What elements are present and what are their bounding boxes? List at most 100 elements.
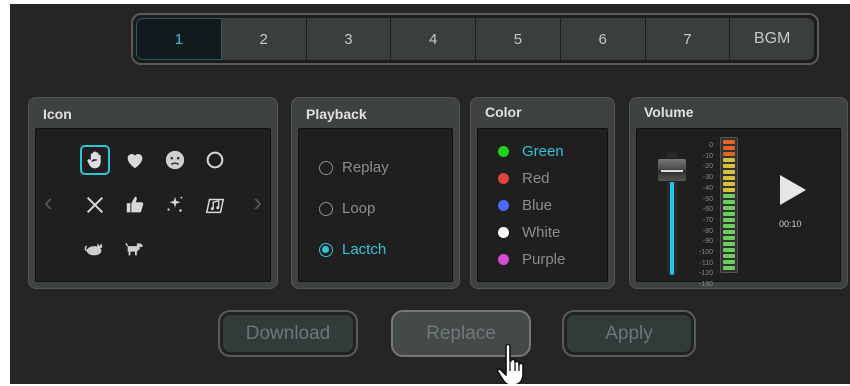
color-options: Green Red Blue White Purple xyxy=(477,128,608,282)
meter-segment xyxy=(723,170,735,174)
playback-panel-title: Playback xyxy=(306,106,367,122)
meter-segment xyxy=(723,260,735,264)
db-label: -70 xyxy=(702,216,713,224)
radio-loop[interactable]: Loop xyxy=(319,200,375,217)
playback-panel: Playback Replay Loop Lactch xyxy=(291,97,460,289)
white-dot-icon xyxy=(498,227,509,238)
db-label: -60 xyxy=(702,206,713,214)
tab-4[interactable]: 4 xyxy=(391,18,476,60)
db-label: -30 xyxy=(702,174,713,182)
meter-segment xyxy=(723,236,735,240)
meter-segment xyxy=(723,200,735,204)
db-label: -10 xyxy=(702,152,713,160)
download-button[interactable]: Download xyxy=(218,310,358,357)
tab-5[interactable]: 5 xyxy=(476,18,561,60)
icon-grid: ‹ › xyxy=(35,128,271,282)
volume-panel-title: Volume xyxy=(644,104,694,120)
tab-7[interactable]: 7 xyxy=(645,18,731,60)
channel-tab-bar: 1 2 3 4 5 6 7 BGM xyxy=(131,13,819,65)
meter-segment xyxy=(723,146,735,150)
tab-2[interactable]: 2 xyxy=(221,18,307,60)
sparkle-icon[interactable] xyxy=(160,190,190,220)
color-label: Blue xyxy=(522,197,553,214)
meter-segment xyxy=(723,230,735,234)
sad-face-icon[interactable] xyxy=(160,145,190,175)
icon-panel-title: Icon xyxy=(43,106,72,122)
color-panel-title: Color xyxy=(485,104,522,120)
tab-6[interactable]: 6 xyxy=(560,18,646,60)
db-label: -80 xyxy=(702,227,713,235)
meter-segment xyxy=(723,182,735,186)
radio-circle-icon xyxy=(319,160,333,175)
meter-segment xyxy=(723,164,735,168)
color-label: Green xyxy=(522,143,564,160)
hand-icon[interactable] xyxy=(80,145,110,175)
color-option-purple[interactable]: Purple xyxy=(498,251,565,268)
meter-segment xyxy=(723,224,735,228)
meter-segment xyxy=(723,242,735,246)
color-option-green[interactable]: Green xyxy=(498,143,564,160)
music-note-icon[interactable] xyxy=(200,190,230,220)
thumbs-up-icon[interactable] xyxy=(120,190,150,220)
db-label: -50 xyxy=(702,195,713,203)
heart-icon[interactable] xyxy=(120,145,150,175)
apply-button[interactable]: Apply xyxy=(562,310,696,357)
radio-label: Loop xyxy=(342,200,376,217)
db-label: -40 xyxy=(702,184,713,192)
level-meter xyxy=(720,137,738,273)
radio-circle-icon xyxy=(319,201,333,216)
prev-page-arrow-icon[interactable]: ‹ xyxy=(44,187,53,218)
color-label: Red xyxy=(522,170,550,187)
radio-label: Replay xyxy=(342,159,389,176)
x-icon[interactable] xyxy=(80,190,110,220)
hand-pointer-cursor-icon xyxy=(496,343,524,384)
playback-options: Replay Loop Lactch xyxy=(298,128,453,282)
color-label: Purple xyxy=(522,251,566,268)
tab-1[interactable]: 1 xyxy=(136,18,222,60)
tab-3[interactable]: 3 xyxy=(306,18,392,60)
color-option-white[interactable]: White xyxy=(498,224,560,241)
blue-dot-icon xyxy=(498,200,509,211)
green-dot-icon xyxy=(498,146,509,157)
color-panel: Color Green Red Blue White Purple xyxy=(470,97,615,289)
db-label: -90 xyxy=(702,238,713,246)
meter-segment xyxy=(723,212,735,216)
meter-segment xyxy=(723,194,735,198)
play-time: 00:10 xyxy=(779,219,802,229)
db-label: -120 xyxy=(699,270,714,278)
dog-icon[interactable] xyxy=(120,233,150,263)
circle-icon[interactable] xyxy=(200,145,230,175)
db-label: -100 xyxy=(699,249,714,257)
red-dot-icon xyxy=(498,173,509,184)
volume-panel: Volume 0 -10 -20 -30 -40 -50 -60 -70 -80 -90 -100 -… xyxy=(629,97,848,289)
app-window: 1 2 3 4 5 6 7 BGM Icon ‹ › Playback Repl… xyxy=(10,4,850,384)
db-label: 0 xyxy=(709,142,713,149)
cat-icon[interactable] xyxy=(80,233,110,263)
meter-segment xyxy=(723,140,735,144)
play-icon[interactable] xyxy=(780,175,806,205)
meter-segment xyxy=(723,152,735,156)
tab-bgm[interactable]: BGM xyxy=(730,18,814,60)
radio-label: Lactch xyxy=(342,241,387,258)
meter-segment xyxy=(723,176,735,180)
icon-panel: Icon ‹ › xyxy=(28,97,278,289)
db-scale: 0 -10 -20 -30 -40 -50 -60 -70 -80 -90 -100 -110 -120… xyxy=(699,141,713,291)
meter-segment xyxy=(723,158,735,162)
radio-replay[interactable]: Replay xyxy=(319,159,389,176)
meter-segment xyxy=(723,254,735,258)
purple-dot-icon xyxy=(498,254,509,265)
meter-segment xyxy=(723,266,735,270)
color-option-blue[interactable]: Blue xyxy=(498,197,552,214)
color-option-red[interactable]: Red xyxy=(498,170,550,187)
db-label: -20 xyxy=(702,163,713,171)
db-label: -130 xyxy=(699,281,714,289)
radio-checked-icon xyxy=(319,242,333,257)
volume-slider-fill xyxy=(670,169,674,275)
db-label: -110 xyxy=(699,259,714,267)
radio-lactch[interactable]: Lactch xyxy=(319,241,386,258)
next-page-arrow-icon[interactable]: › xyxy=(253,187,262,218)
color-label: White xyxy=(522,224,561,241)
meter-segment xyxy=(723,206,735,210)
meter-segment xyxy=(723,248,735,252)
volume-slider-thumb[interactable] xyxy=(657,157,687,182)
